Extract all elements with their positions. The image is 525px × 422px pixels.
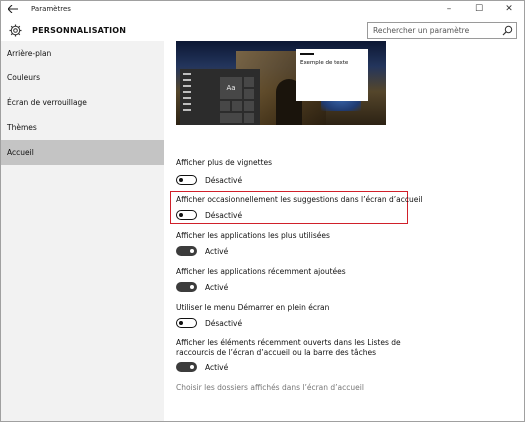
choose-folders-link[interactable]: Choisir les dossiers affichés dans l’écr…: [176, 383, 364, 392]
toggle-full-screen[interactable]: [176, 318, 197, 328]
sidebar: Arrière-plan Couleurs Écran de verrouill…: [1, 41, 164, 421]
toggle-suggestions[interactable]: [176, 210, 197, 220]
setting-label-full-screen: Utiliser le menu Démarrer en plein écran: [176, 303, 330, 312]
setting-label-recent-items-line1: Afficher les éléments récemment ouverts …: [176, 338, 401, 347]
toggle-most-used[interactable]: [176, 246, 197, 256]
preview-sample-text: Exemple de texte: [300, 60, 349, 66]
sidebar-item-start[interactable]: Accueil: [1, 140, 164, 165]
maximize-button[interactable]: ☐: [464, 1, 494, 17]
sidebar-item-colors[interactable]: Couleurs: [1, 65, 164, 90]
sidebar-item-background[interactable]: Arrière-plan: [1, 41, 164, 66]
setting-label-recent-items-line2: raccourcis de l’écran d’accueil ou la ba…: [176, 348, 376, 357]
preview-tile: [244, 101, 254, 111]
setting-label-most-used: Afficher les applications les plus utili…: [176, 231, 330, 240]
toggle-recent-items[interactable]: [176, 362, 197, 372]
title-bar: Paramètres – ☐ ✕: [1, 1, 524, 17]
search-input[interactable]: Rechercher un paramètre: [367, 21, 517, 39]
setting-toggle-row-suggestions: Désactivé: [176, 209, 242, 221]
setting-toggle-row-full-screen: Désactivé: [176, 317, 242, 329]
preview-tile: [220, 113, 242, 123]
preview-tile-aa: Aa: [220, 77, 242, 99]
window-title: Paramètres: [31, 5, 71, 13]
toggle-more-tiles[interactable]: [176, 175, 197, 185]
sidebar-item-lock-screen[interactable]: Écran de verrouillage: [1, 90, 164, 115]
toggle-recently-added[interactable]: [176, 282, 197, 292]
sidebar-item-themes[interactable]: Thèmes: [1, 115, 164, 140]
preview-window: Exemple de texte: [296, 49, 368, 101]
toggle-state-more-tiles: Désactivé: [205, 175, 243, 185]
toggle-state-full-screen: Désactivé: [205, 318, 243, 328]
back-arrow-icon[interactable]: [1, 1, 25, 17]
preview-tile: [232, 101, 242, 111]
toggle-state-recent-items: Activé: [205, 362, 229, 372]
minimize-button[interactable]: –: [434, 1, 464, 17]
main-content: Aa Exemple de texte Afficher plus de vig…: [164, 41, 524, 421]
preview-tile: [244, 113, 254, 123]
toggle-state-most-used: Activé: [205, 246, 229, 256]
setting-toggle-row-most-used: Activé: [176, 245, 228, 257]
preview-tile: [244, 77, 254, 87]
page-header: PERSONNALISATION Rechercher un paramètre: [1, 19, 524, 41]
setting-toggle-row-more-tiles: Désactivé: [176, 174, 242, 186]
close-button[interactable]: ✕: [494, 1, 524, 17]
gear-icon: [8, 23, 22, 37]
preview-app-list: [183, 73, 191, 115]
preview-start-menu: Aa: [180, 69, 260, 125]
search-placeholder: Rechercher un paramètre: [373, 25, 470, 35]
toggle-state-suggestions: Désactivé: [205, 210, 243, 220]
settings-window: Paramètres – ☐ ✕ PERSONNALISATION Recher…: [0, 0, 525, 422]
setting-label-suggestions: Afficher occasionnellement les suggestio…: [176, 195, 423, 204]
toggle-state-recently-added: Activé: [205, 282, 229, 292]
setting-label-more-tiles: Afficher plus de vignettes: [176, 158, 273, 167]
setting-label-recently-added: Afficher les applications récemment ajou…: [176, 267, 346, 276]
preview-tile: [220, 101, 230, 111]
search-icon[interactable]: [502, 25, 513, 36]
page-title: PERSONNALISATION: [32, 25, 127, 35]
preview-window-bar: [300, 53, 314, 55]
start-preview-image: Aa Exemple de texte: [176, 41, 386, 125]
preview-tile: [244, 89, 254, 99]
setting-toggle-row-recent-items: Activé: [176, 361, 228, 373]
setting-toggle-row-recently-added: Activé: [176, 281, 228, 293]
